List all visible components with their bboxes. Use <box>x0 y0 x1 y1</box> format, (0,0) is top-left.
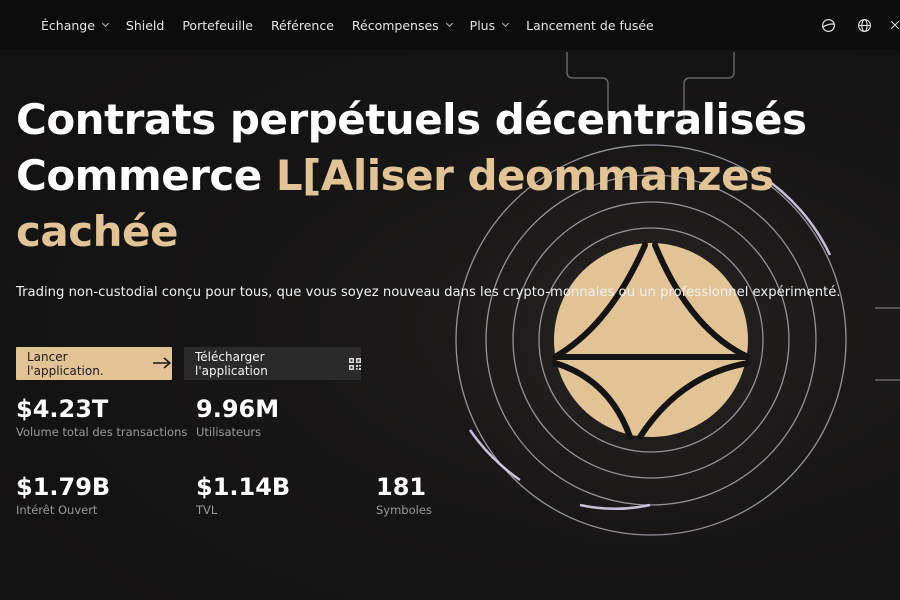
nav-item-reference[interactable]: Référence <box>271 18 334 33</box>
top-navigation: Échange Shield Portefeuille Référence Ré… <box>0 0 900 50</box>
nav-item-label: Shield <box>125 17 165 33</box>
hero-subtitle: Trading non-custodial conçu pour tous, q… <box>16 285 841 300</box>
stat-symbols: 181 Symboles <box>376 473 432 517</box>
chevron-down-icon <box>445 19 453 28</box>
decorative-logo-graphic <box>401 52 900 590</box>
headline-plain-text: Commerce <box>16 151 276 200</box>
stat-value: $1.79B <box>16 473 111 501</box>
nav-item-label: Portefeuille <box>182 17 253 33</box>
nav-item-recompenses[interactable]: Récompenses <box>351 17 453 33</box>
stat-open-interest: $1.79B Intérêt Ouvert <box>16 473 110 517</box>
stat-label: Utilisateurs <box>196 425 262 439</box>
nav-item-shield[interactable]: Shield <box>126 18 164 33</box>
nav-item-label: Lancement de fusée <box>526 17 654 33</box>
download-app-button[interactable]: Télécharger l'application <box>184 347 361 380</box>
chevron-down-icon <box>502 19 510 28</box>
stat-value: $1.14B <box>196 473 291 501</box>
nav-item-label: Récompenses <box>351 17 439 33</box>
arrow-right-icon <box>152 356 172 372</box>
chevron-down-icon <box>101 19 109 28</box>
stat-tvl: $1.14B TVL <box>196 473 290 517</box>
stat-label: TVL <box>196 503 218 517</box>
headline-line-1: Contrats perpétuels décentralisés <box>16 95 807 144</box>
stat-value: 9.96M <box>196 395 280 423</box>
page: Échange Shield Portefeuille Référence Ré… <box>0 0 900 600</box>
nav-item-label: Plus <box>469 17 496 33</box>
stat-users: 9.96M Utilisateurs <box>196 395 279 439</box>
download-app-label: Télécharger l'application <box>195 349 268 378</box>
nav-item-plus[interactable]: Plus <box>469 17 510 33</box>
headline-line-2: Commerce L[Aliser deommanzes <box>16 148 806 204</box>
stat-volume: $4.23T Volume total des transactions <box>16 395 187 439</box>
nav-item-lancement-de-fusee[interactable]: Lancement de fusée <box>526 18 654 33</box>
nav-item-echange[interactable]: Échange <box>41 17 109 33</box>
nav-right-icons <box>800 0 900 50</box>
x-logo-icon[interactable] <box>890 17 900 33</box>
stat-value: 181 <box>376 473 427 501</box>
headline-line-3: cachée <box>16 207 179 256</box>
theme-icon[interactable] <box>820 17 836 33</box>
qr-code-icon <box>349 357 361 370</box>
nav-item-portefeuille[interactable]: Portefeuille <box>182 18 253 33</box>
stat-value: $4.23T <box>16 395 109 423</box>
stat-label: Symboles <box>376 503 432 517</box>
nav-item-label: Référence <box>270 17 334 33</box>
hero-headline: Contrats perpétuels décentralisés Commer… <box>16 92 807 260</box>
launch-app-button[interactable]: Lancer l'application. <box>16 347 172 380</box>
globe-icon[interactable] <box>856 17 872 33</box>
headline-accent-text: L[Aliser deommanzes <box>275 151 774 200</box>
nav-item-label: Échange <box>41 17 95 33</box>
launch-app-label: Lancer l'application. <box>27 349 104 378</box>
stat-label: Volume total des transactions <box>16 425 188 439</box>
stat-label: Intérêt Ouvert <box>16 503 98 517</box>
